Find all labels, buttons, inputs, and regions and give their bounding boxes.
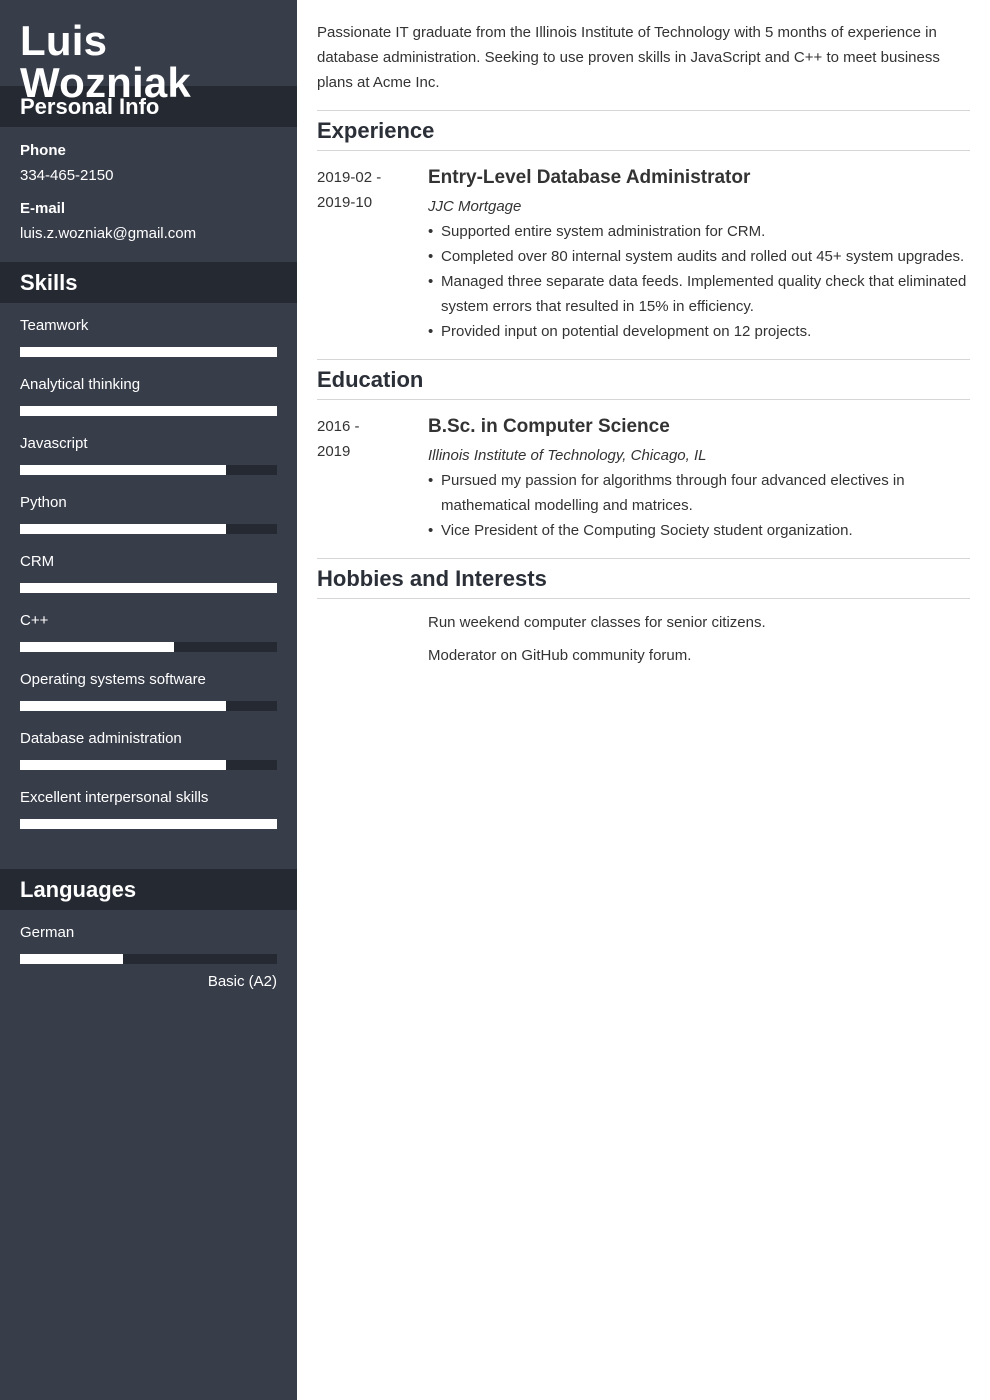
experience-section: Experience 2019-02 - 2019-10 Entry-Level…: [317, 110, 970, 344]
skill-item: Database administration: [20, 729, 277, 788]
skill-bar: [20, 406, 277, 416]
email-label: E-mail: [20, 200, 66, 217]
bullet-item: Completed over 80 internal system audits…: [428, 244, 970, 269]
skill-bar-fill: [20, 760, 226, 770]
skill-name: Javascript: [20, 435, 88, 452]
experience-heading: Experience: [317, 111, 970, 151]
hobbies-section: Hobbies and Interests Run weekend comput…: [317, 558, 970, 668]
school-name: Illinois Institute of Technology, Chicag…: [428, 447, 707, 464]
bullet-item: Supported entire system administration f…: [428, 219, 970, 244]
responsibilities-list: Supported entire system administration f…: [428, 219, 970, 344]
language-bar: [20, 954, 277, 964]
skills-heading: Skills: [0, 262, 297, 303]
phone-value: 334-465-2150: [20, 167, 114, 184]
degree-title: B.Sc. in Computer Science: [428, 416, 670, 437]
skill-name: Operating systems software: [20, 671, 206, 688]
skill-bar-fill: [20, 406, 277, 416]
bullet-item: Vice President of the Computing Society …: [428, 518, 970, 543]
main-content: Passionate IT graduate from the Illinois…: [317, 0, 970, 676]
skill-bar: [20, 701, 277, 711]
skill-name: Database administration: [20, 730, 182, 747]
skill-item: Analytical thinking: [20, 375, 277, 434]
phone-label: Phone: [20, 142, 66, 159]
skill-name: Teamwork: [20, 317, 89, 334]
skill-bar-fill: [20, 347, 277, 357]
education-section: Education 2016 - 2019 B.Sc. in Computer …: [317, 359, 970, 543]
language-bar-fill: [20, 954, 123, 964]
language-item: German Basic (A2): [20, 923, 277, 992]
bullet-item: Provided input on potential development …: [428, 319, 970, 344]
company-name: JJC Mortgage: [428, 198, 522, 215]
skill-bar-fill: [20, 583, 277, 593]
skill-name: Python: [20, 494, 67, 511]
date-end: 2019: [317, 443, 351, 460]
skill-item: Excellent interpersonal skills: [20, 788, 277, 847]
skills-list: Teamwork Analytical thinking Javascript …: [0, 303, 297, 869]
entry-date: 2016 - 2019: [317, 414, 428, 543]
date-start: 2019-02 -: [317, 169, 382, 186]
date-start: 2016 -: [317, 418, 360, 435]
skill-bar-fill: [20, 642, 175, 652]
skill-item: Python: [20, 493, 277, 552]
skill-bar-fill: [20, 819, 277, 829]
job-title: Entry-Level Database Administrator: [428, 167, 751, 188]
personal-info: Phone 334-465-2150 E-mail luis.z.wozniak…: [0, 127, 297, 262]
skill-bar-fill: [20, 701, 226, 711]
language-level: Basic (A2): [207, 973, 277, 990]
hobbies-heading: Hobbies and Interests: [317, 559, 970, 599]
education-entry: 2016 - 2019 B.Sc. in Computer Science Il…: [317, 400, 970, 543]
skill-bar: [20, 524, 277, 534]
skill-name: CRM: [20, 553, 55, 570]
skill-item: Javascript: [20, 434, 277, 493]
skill-bar: [20, 583, 277, 593]
skill-name: C++: [20, 612, 49, 629]
languages-list: German Basic (A2): [0, 910, 297, 1005]
entry-date: 2019-02 - 2019-10: [317, 165, 428, 344]
hobby-item: Run weekend computer classes for senior …: [428, 614, 766, 631]
email-value: luis.z.wozniak@gmail.com: [20, 225, 197, 242]
skill-item: Teamwork: [20, 316, 277, 375]
hobbies-list: Run weekend computer classes for senior …: [317, 599, 970, 668]
date-end: 2019-10: [317, 194, 373, 211]
skill-bar: [20, 347, 277, 357]
sidebar: Luis Wozniak Personal Info Phone 334-465…: [0, 0, 297, 1400]
personal-info-heading: Personal Info: [0, 86, 297, 127]
skill-bar: [20, 465, 277, 475]
skill-name: Excellent interpersonal skills: [20, 789, 209, 806]
skill-bar: [20, 760, 277, 770]
languages-heading: Languages: [0, 869, 297, 910]
bullet-item: Pursued my passion for algorithms throug…: [428, 468, 970, 518]
skill-name: Analytical thinking: [20, 376, 141, 393]
candidate-name: Luis Wozniak: [20, 17, 191, 106]
education-heading: Education: [317, 360, 970, 400]
skill-bar-fill: [20, 524, 226, 534]
hobby-item: Moderator on GitHub community forum.: [428, 647, 692, 664]
skill-item: CRM: [20, 552, 277, 611]
bullet-item: Managed three separate data feeds. Imple…: [428, 269, 970, 319]
experience-entry: 2019-02 - 2019-10 Entry-Level Database A…: [317, 151, 970, 344]
skill-item: Operating systems software: [20, 670, 277, 729]
skill-bar: [20, 642, 277, 652]
language-name: German: [20, 924, 75, 941]
skill-bar-fill: [20, 465, 226, 475]
summary: Passionate IT graduate from the Illinois…: [317, 24, 940, 91]
skill-item: C++: [20, 611, 277, 670]
education-details-list: Pursued my passion for algorithms throug…: [428, 468, 970, 543]
skill-bar: [20, 819, 277, 829]
